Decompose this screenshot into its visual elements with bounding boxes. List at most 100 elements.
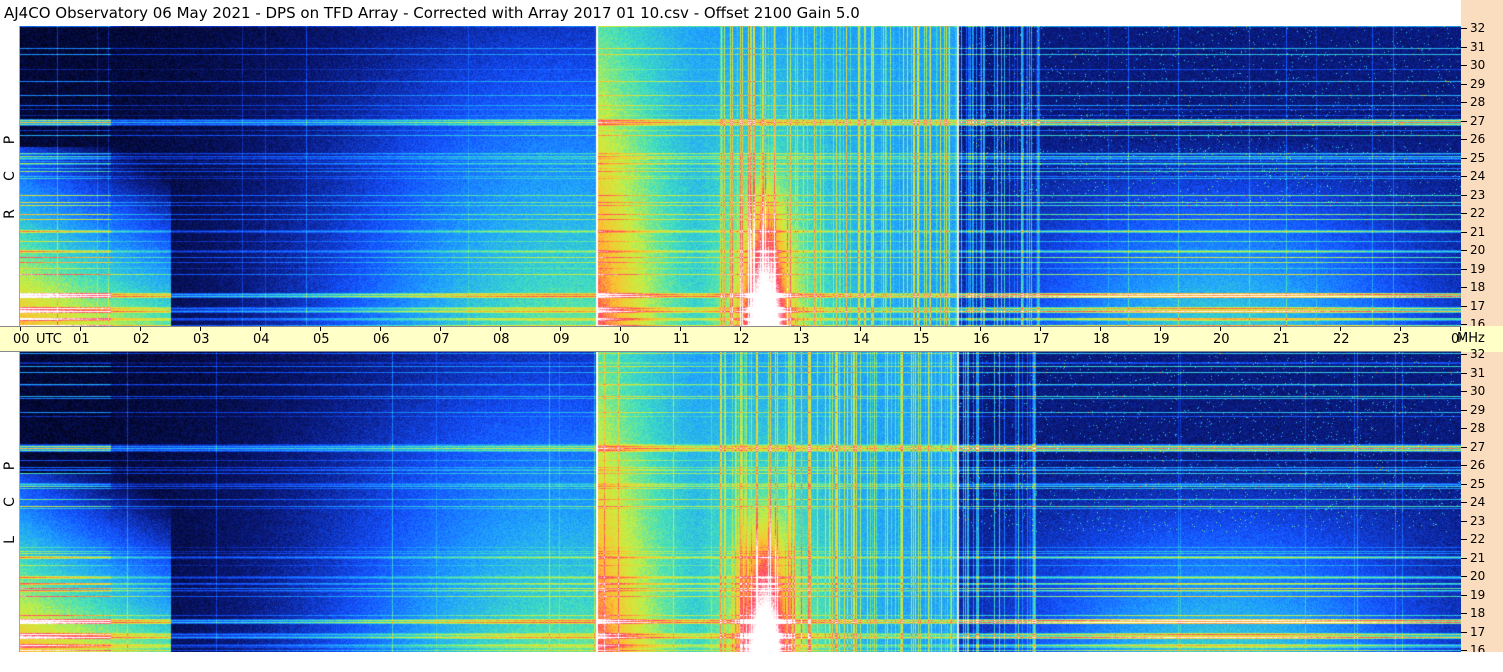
mhz-tick — [1461, 287, 1467, 288]
utc-tick — [860, 327, 861, 331]
rcp-spectrogram — [20, 26, 1461, 326]
utc-tick-label: 18 — [1093, 332, 1110, 347]
utc-tick — [20, 327, 21, 331]
mhz-tick — [1461, 631, 1467, 633]
mhz-tick — [1461, 409, 1467, 411]
utc-tick — [260, 327, 261, 331]
mhz-tick-label: 28 — [1470, 95, 1486, 109]
mhz-tick-label: 21 — [1470, 224, 1486, 239]
utc-tick — [200, 327, 201, 331]
mhz-tick-label: 28 — [1470, 421, 1486, 435]
utc-tick-label: 19 — [1153, 332, 1170, 347]
utc-tick-label: 04 — [253, 332, 270, 347]
utc-tick — [440, 327, 441, 331]
mhz-tick-label: 32 — [1470, 21, 1486, 35]
utc-tick — [320, 327, 321, 331]
utc-tick-label: 13 — [793, 332, 810, 347]
utc-tick-label: 11 — [673, 332, 690, 347]
mhz-tick-label: 24 — [1470, 495, 1486, 509]
mhz-axis-bottom: 32 31 30 29 28 27 26 25 24 23 22 21 20 19 18 17 16 — [1461, 348, 1503, 656]
mhz-tick-label: 17 — [1470, 298, 1486, 313]
utc-tick — [680, 327, 681, 331]
chart-title: AJ4CO Observatory 06 May 2021 - DPS on T… — [0, 0, 1461, 26]
mhz-tick-label: 20 — [1470, 569, 1486, 583]
mhz-tick — [1461, 83, 1467, 85]
utc-tick — [1220, 327, 1221, 331]
utc-tick-label: 20 — [1213, 332, 1230, 347]
utc-tick — [1100, 327, 1101, 331]
mhz-tick-label: 22 — [1470, 532, 1486, 546]
mhz-tick-label: 18 — [1470, 606, 1486, 620]
utc-tick — [560, 327, 561, 331]
pol-letter-r: R — [1, 209, 18, 219]
mhz-tick-label: 29 — [1470, 76, 1486, 91]
mhz-tick-label: 17 — [1470, 624, 1486, 639]
utc-tick-label: 00 — [13, 332, 30, 347]
utc-tick — [380, 327, 381, 331]
mhz-tick-label: 26 — [1470, 132, 1486, 146]
mhz-tick — [1461, 428, 1467, 429]
mhz-tick — [1461, 576, 1467, 577]
mhz-tick — [1461, 65, 1467, 66]
utc-tick-label: 03 — [193, 332, 210, 347]
utc-unit-label: UTC — [36, 332, 62, 347]
mhz-tick-label: 18 — [1470, 280, 1486, 294]
mhz-tick — [1461, 520, 1467, 522]
pol-letter-c: C — [2, 171, 18, 181]
utc-tick — [1160, 327, 1161, 331]
mhz-tick-label: 19 — [1470, 261, 1486, 276]
mhz-tick — [1461, 354, 1467, 355]
utc-tick-label: 17 — [1033, 332, 1050, 347]
mhz-tick — [1461, 213, 1467, 214]
rcp-label-strip: R C P — [0, 26, 20, 326]
mhz-tick — [1461, 231, 1467, 233]
mhz-tick — [1461, 28, 1467, 29]
mhz-tick — [1461, 613, 1467, 614]
utc-tick — [920, 327, 921, 331]
utc-tick — [800, 327, 801, 331]
utc-tick-label: 01 — [73, 332, 90, 347]
mhz-tick-label: 21 — [1470, 550, 1486, 565]
utc-tick-label: 12 — [733, 332, 750, 347]
lcp-spectrogram — [20, 352, 1461, 652]
utc-tick — [140, 327, 141, 331]
utc-tick-label: 21 — [1273, 332, 1290, 347]
pol-letter-p: P — [1, 135, 18, 145]
mhz-tick — [1461, 139, 1467, 140]
mhz-tick-label: 30 — [1470, 58, 1486, 72]
utc-tick-label: 02 — [133, 332, 150, 347]
utc-tick-label: 08 — [493, 332, 510, 347]
mhz-tick-label: 25 — [1470, 476, 1486, 491]
mhz-tick — [1461, 594, 1467, 596]
utc-tick — [1400, 327, 1401, 331]
pol-letter-c2: C — [2, 497, 18, 507]
pol-letter-l: L — [2, 536, 18, 544]
mhz-tick — [1461, 120, 1467, 122]
mhz-tick-label: 27 — [1470, 439, 1486, 454]
mhz-tick-label: 22 — [1470, 206, 1486, 220]
utc-tick-label: 10 — [613, 332, 630, 347]
utc-tick-label: 14 — [853, 332, 870, 347]
mhz-tick-label: 19 — [1470, 587, 1486, 602]
mhz-axis-top: 32 31 30 29 28 27 26 25 24 23 22 21 20 19 18 17 16 — [1461, 22, 1503, 330]
utc-tick — [1340, 327, 1341, 331]
utc-time-axis: UTC 00 01 02 03 04 05 06 07 08 09 10 11 12 13 14 15 16 17… — [0, 326, 1468, 352]
utc-tick-label: 06 — [373, 332, 390, 347]
mhz-tick-label: 31 — [1470, 39, 1486, 54]
mhz-tick — [1461, 650, 1467, 651]
utc-tick — [1040, 327, 1041, 331]
mhz-tick-label: 25 — [1470, 150, 1486, 165]
utc-tick-label: 22 — [1333, 332, 1350, 347]
mhz-tick-label: 23 — [1470, 513, 1486, 528]
lcp-label-strip: L C P — [0, 352, 20, 652]
mhz-tick-label: 23 — [1470, 187, 1486, 202]
mhz-tick — [1461, 446, 1467, 448]
utc-tick-label: 16 — [973, 332, 990, 347]
mhz-tick-label: 29 — [1470, 402, 1486, 417]
utc-tick — [80, 327, 81, 331]
mhz-tick — [1461, 268, 1467, 270]
mhz-tick-label: 30 — [1470, 384, 1486, 398]
mhz-tick — [1461, 176, 1467, 177]
utc-tick-label: 07 — [433, 332, 450, 347]
mhz-tick — [1461, 372, 1467, 374]
